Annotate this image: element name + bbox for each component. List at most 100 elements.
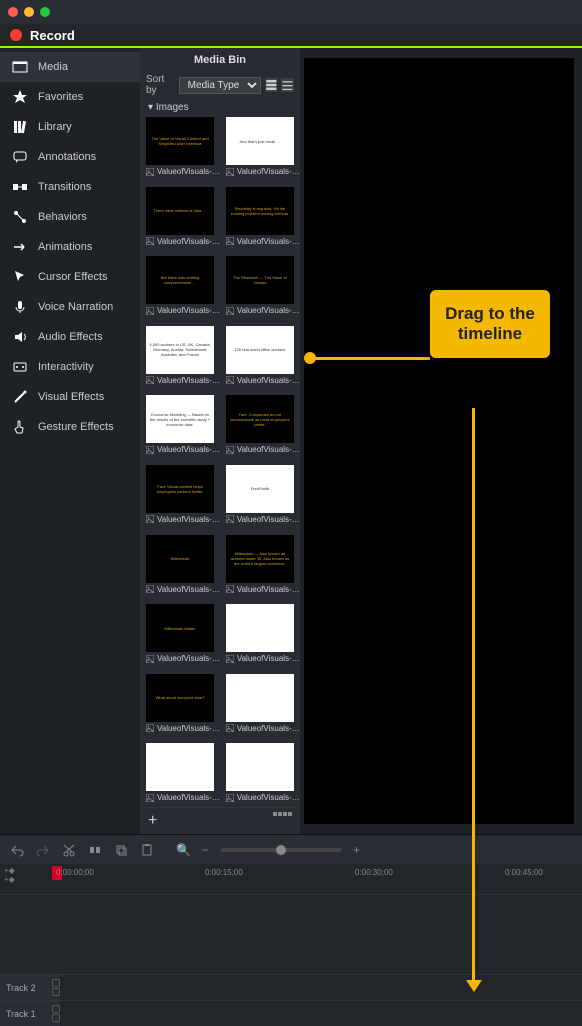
category-images[interactable]: ▾ Images [140, 98, 300, 117]
sidebar-item-visual-effects[interactable]: Visual Effects [0, 382, 140, 412]
track-body[interactable] [60, 1001, 582, 1026]
media-item[interactable]: ValueofVisuals-… [226, 674, 300, 738]
split-button[interactable] [88, 843, 102, 857]
record-label[interactable]: Record [30, 28, 75, 43]
zoom-slider[interactable] [221, 848, 341, 852]
track-body[interactable] [60, 975, 582, 1000]
image-icon [146, 585, 154, 593]
media-item[interactable]: And that's just email …ValueofVisuals-… [226, 117, 300, 181]
media-item[interactable]: Millennials — Also known as workers unde… [226, 535, 300, 599]
paste-button[interactable] [140, 843, 154, 857]
media-item-label: ValueofVisuals-… [157, 793, 220, 802]
media-item-label: ValueofVisuals-… [237, 793, 300, 802]
media-item[interactable]: There were millions of data …ValueofVisu… [146, 187, 220, 251]
transitions-icon [12, 179, 28, 195]
image-icon [226, 168, 234, 176]
media-item-label: ValueofVisuals-… [237, 585, 300, 594]
sidebar-item-media[interactable]: Media [0, 52, 140, 82]
sidebar-item-cursor-effects[interactable]: Cursor Effects [0, 262, 140, 292]
track-1-header[interactable]: Track 1 [0, 1000, 582, 1026]
media-item[interactable]: ValueofVisuals-… [146, 743, 220, 807]
add-marker-button-2[interactable]: +◆ [4, 875, 15, 884]
image-icon [146, 515, 154, 523]
track-visibility-toggle[interactable] [52, 979, 60, 987]
sidebar-item-label: Animations [38, 241, 92, 253]
sort-by-select[interactable]: Media Type [179, 77, 261, 94]
sidebar-item-gesture-effects[interactable]: Gesture Effects [0, 412, 140, 442]
annotations-icon [12, 149, 28, 165]
close-window-button[interactable] [8, 7, 18, 17]
behaviors-icon [12, 209, 28, 225]
media-item-label: ValueofVisuals-… [157, 515, 220, 524]
view-list-button[interactable] [281, 78, 294, 92]
media-thumbnail: 125 real-world office workers [226, 326, 294, 374]
maximize-window-button[interactable] [40, 7, 50, 17]
sidebar-item-audio-effects[interactable]: Audio Effects [0, 322, 140, 352]
timeline-ruler[interactable]: +◆ +◆ 0:00:00;00 0:00:15;00 0:00:30;00 0… [0, 864, 582, 894]
track-lock-toggle[interactable] [52, 988, 60, 996]
media-item[interactable]: Fact: Companies do not communicate as mo… [226, 395, 300, 459]
sidebar-item-label: Gesture Effects [38, 421, 114, 433]
sidebar-item-annotations[interactable]: Annotations [0, 142, 140, 172]
sidebar-item-label: Annotations [38, 151, 96, 163]
media-item[interactable]: But there was nothing comprehensive …Val… [146, 256, 220, 320]
speaker-icon [12, 329, 28, 345]
record-icon[interactable] [10, 29, 22, 41]
view-detail-button[interactable] [265, 78, 278, 92]
track-visibility-toggle[interactable] [52, 1005, 60, 1013]
media-item-label: ValueofVisuals-… [237, 376, 300, 385]
media-item[interactable]: 125 real-world office workers ValueofVisu… [226, 326, 300, 390]
sidebar-item-label: Cursor Effects [38, 271, 108, 283]
grid-view-button[interactable] [273, 812, 292, 830]
sidebar-item-transitions[interactable]: Transitions [0, 172, 140, 202]
media-item[interactable]: Fact: Visual content helps employees per… [146, 465, 220, 529]
track-lock-toggle[interactable] [52, 1014, 60, 1022]
timeline-track-area[interactable] [0, 894, 582, 974]
media-thumbnail [226, 674, 294, 722]
media-item[interactable]: Simplicity is required. It's the existin… [226, 187, 300, 251]
sidebar-item-label: Favorites [38, 91, 83, 103]
zoom-out-button[interactable]: 🔍 [176, 843, 190, 857]
media-item[interactable]: The Value of Visual Content and Simplifi… [146, 117, 220, 181]
add-media-button[interactable]: + [148, 812, 157, 830]
sidebar-item-behaviors[interactable]: Behaviors [0, 202, 140, 232]
media-item[interactable]: ValueofVisuals-… [226, 604, 300, 668]
ruler-tick: 0:00:45;00 [505, 868, 543, 877]
media-grid: The Value of Visual Content and Simplifi… [140, 117, 300, 807]
media-thumbnail [226, 604, 294, 652]
sidebar-item-interactivity[interactable]: Interactivity [0, 352, 140, 382]
callout-arrow-icon [466, 980, 482, 992]
media-item-label: ValueofVisuals-… [237, 654, 300, 663]
copy-button[interactable] [114, 843, 128, 857]
sidebar-item-voice-narration[interactable]: Voice Narration [0, 292, 140, 322]
image-icon [146, 168, 154, 176]
media-item-label: ValueofVisuals-… [157, 445, 220, 454]
sort-by-label: Sort by [146, 74, 175, 96]
cut-button[interactable] [62, 843, 76, 857]
media-item[interactable]: What about everyone else? ValueofVisuals-… [146, 674, 220, 738]
undo-button[interactable] [10, 843, 24, 857]
media-item[interactable]: MillennialsValueofVisuals-… [146, 535, 220, 599]
media-thumbnail: But there was nothing comprehensive … [146, 256, 214, 304]
preview-canvas[interactable] [304, 58, 574, 824]
media-item[interactable]: ValueofVisuals-… [226, 743, 300, 807]
track-2-header[interactable]: Track 2 [0, 974, 582, 1000]
media-thumbnail: What about everyone else? [146, 674, 214, 722]
sidebar-item-library[interactable]: Library [0, 112, 140, 142]
media-item-label: ValueofVisuals-… [157, 724, 220, 733]
redo-button[interactable] [36, 843, 50, 857]
image-icon [226, 237, 234, 245]
media-item[interactable]: TechSmithValueofVisuals-… [226, 465, 300, 529]
media-item[interactable]: Millennials MatterValueofVisuals-… [146, 604, 220, 668]
media-item-label: ValueofVisuals-… [237, 515, 300, 524]
sidebar-item-favorites[interactable]: Favorites [0, 82, 140, 112]
media-thumbnail: Millennials [146, 535, 214, 583]
media-thumbnail: Fact: Companies do not communicate as mo… [226, 395, 294, 443]
media-thumbnail: Millennials Matter [146, 604, 214, 652]
minimize-window-button[interactable] [24, 7, 34, 17]
sidebar-item-animations[interactable]: Animations [0, 232, 140, 262]
add-marker-button[interactable]: +◆ [4, 866, 15, 875]
media-item[interactable]: 4,500 workers in US, UK, Canada, Germany… [146, 326, 220, 390]
media-item[interactable]: The Research — The Value of VisualsValue… [226, 256, 300, 320]
media-item[interactable]: Economic Modeling — Based on the results… [146, 395, 220, 459]
